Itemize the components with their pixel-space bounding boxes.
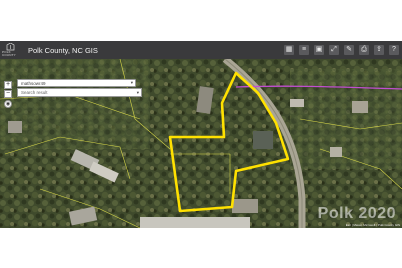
logo-text: POLK COUNTY xyxy=(2,50,16,57)
map-view[interactable]: + − ◉ mathsowr49 ▾ Search result ▾ Polk … xyxy=(0,56,402,228)
help-icon[interactable]: ? xyxy=(389,45,399,55)
search-source-select[interactable]: mathsowr49 ▾ xyxy=(17,79,136,87)
chevron-down-icon: ▾ xyxy=(130,80,133,85)
grid-icon[interactable]: ▦ xyxy=(284,45,294,55)
search-input[interactable]: Search result ▾ xyxy=(17,88,142,97)
layers-icon[interactable]: ≡ xyxy=(299,45,309,55)
print-icon[interactable]: ⎙ xyxy=(359,45,369,55)
share-icon[interactable]: ⇪ xyxy=(374,45,384,55)
county-logo: POLK COUNTY xyxy=(2,42,18,58)
zoom-out-button[interactable]: − xyxy=(4,90,12,98)
locate-icon[interactable]: ◉ xyxy=(4,100,12,108)
watermark: Polk 2020 xyxy=(317,205,396,222)
draw-icon[interactable]: ✎ xyxy=(344,45,354,55)
app-title: Polk County, NC GIS xyxy=(28,45,98,55)
zoom-in-button[interactable]: + xyxy=(4,81,12,89)
app-header: POLK COUNTY Polk County, NC GIS ▦ ≡ ▣ ⤢ … xyxy=(0,41,402,59)
search-placeholder: Search result xyxy=(21,90,48,95)
search-source-chip: mathsowr49 xyxy=(21,80,46,86)
map-zoom-controls: + − ◉ xyxy=(4,81,12,108)
measure-icon[interactable]: ⤢ xyxy=(329,45,339,55)
gis-app-frame: POLK COUNTY Polk County, NC GIS ▦ ≡ ▣ ⤢ … xyxy=(0,41,402,228)
basemap-icon[interactable]: ▣ xyxy=(314,45,324,55)
toolbar: ▦ ≡ ▣ ⤢ ✎ ⎙ ⇪ ? xyxy=(284,45,399,55)
map-attribution: Esri | Maxar, Microsoft | Polk County GI… xyxy=(345,223,400,227)
chevron-down-icon: ▾ xyxy=(136,89,139,95)
